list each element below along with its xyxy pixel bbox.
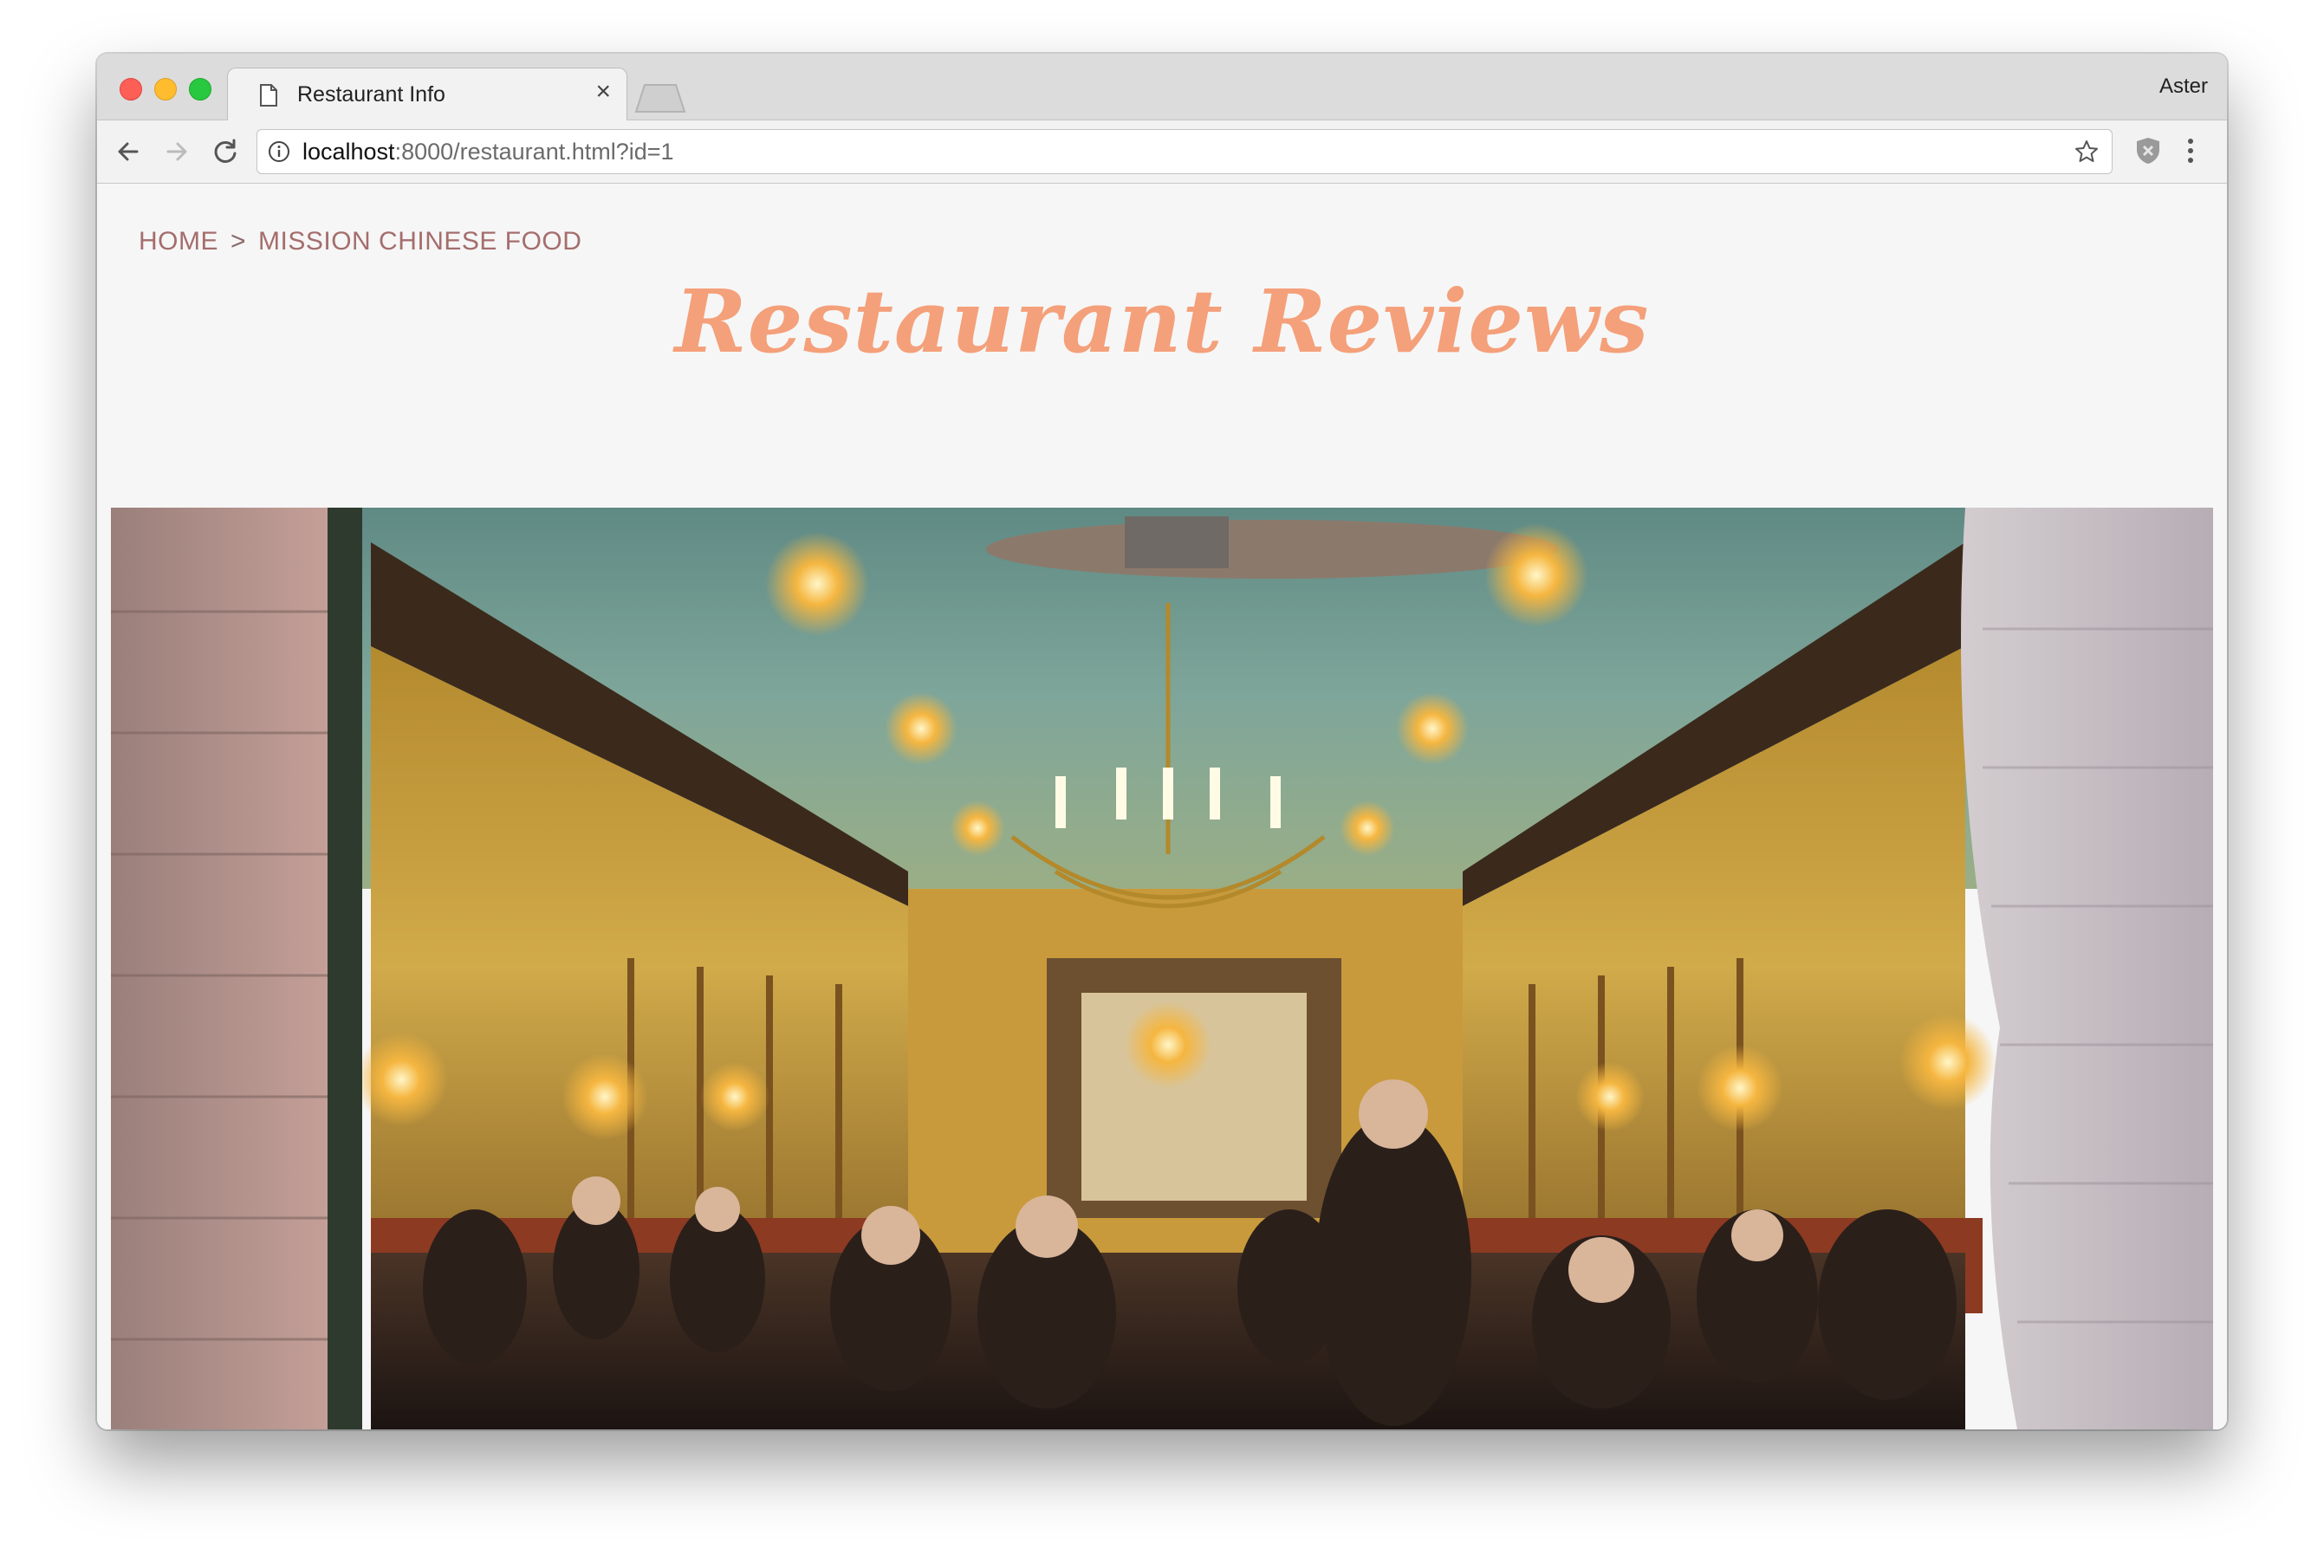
forward-arrow-icon[interactable] xyxy=(161,136,192,167)
profile-name[interactable]: Aster xyxy=(2159,75,2208,99)
address-bar[interactable]: localhost:8000/restaurant.html?id=1 xyxy=(256,129,2113,174)
page-icon xyxy=(260,84,277,107)
info-icon[interactable] xyxy=(268,140,290,163)
breadcrumb-home-link[interactable]: HOME xyxy=(139,227,218,256)
breadcrumb-separator: > xyxy=(230,227,247,256)
browser-tab[interactable]: Restaurant Info × xyxy=(227,68,627,122)
url-path: :8000/restaurant.html?id=1 xyxy=(394,139,674,165)
breadcrumb: HOME > MISSION CHINESE FOOD xyxy=(139,227,581,256)
reload-icon[interactable] xyxy=(210,136,241,167)
window-close-button[interactable] xyxy=(120,78,142,100)
url-host: localhost xyxy=(302,139,395,165)
back-arrow-icon[interactable] xyxy=(113,136,144,167)
window-maximize-button[interactable] xyxy=(189,78,211,100)
tab-title: Restaurant Info xyxy=(297,82,445,107)
browser-toolbar: localhost:8000/restaurant.html?id=1 xyxy=(97,120,2227,184)
new-tab-button[interactable] xyxy=(634,83,686,113)
browser-window: Restaurant Info × Aster localhost:8000/r… xyxy=(97,54,2227,1429)
star-icon[interactable] xyxy=(2074,139,2100,165)
shield-icon[interactable] xyxy=(2135,136,2161,165)
window-minimize-button[interactable] xyxy=(154,78,177,100)
title-bar: Restaurant Info × Aster xyxy=(97,54,2227,122)
kebab-menu-icon[interactable] xyxy=(2185,136,2196,165)
page-content: HOME > MISSION CHINESE FOOD Restaurant Rev… xyxy=(97,184,2227,1429)
site-title[interactable]: Restaurant Reviews xyxy=(97,270,2227,373)
restaurant-image xyxy=(111,508,2213,1429)
restaurant-interior-photo xyxy=(111,508,2213,1429)
url-text[interactable]: localhost:8000/restaurant.html?id=1 xyxy=(302,139,674,165)
breadcrumb-current: MISSION CHINESE FOOD xyxy=(258,227,582,256)
tab-close-button[interactable]: × xyxy=(595,77,611,106)
